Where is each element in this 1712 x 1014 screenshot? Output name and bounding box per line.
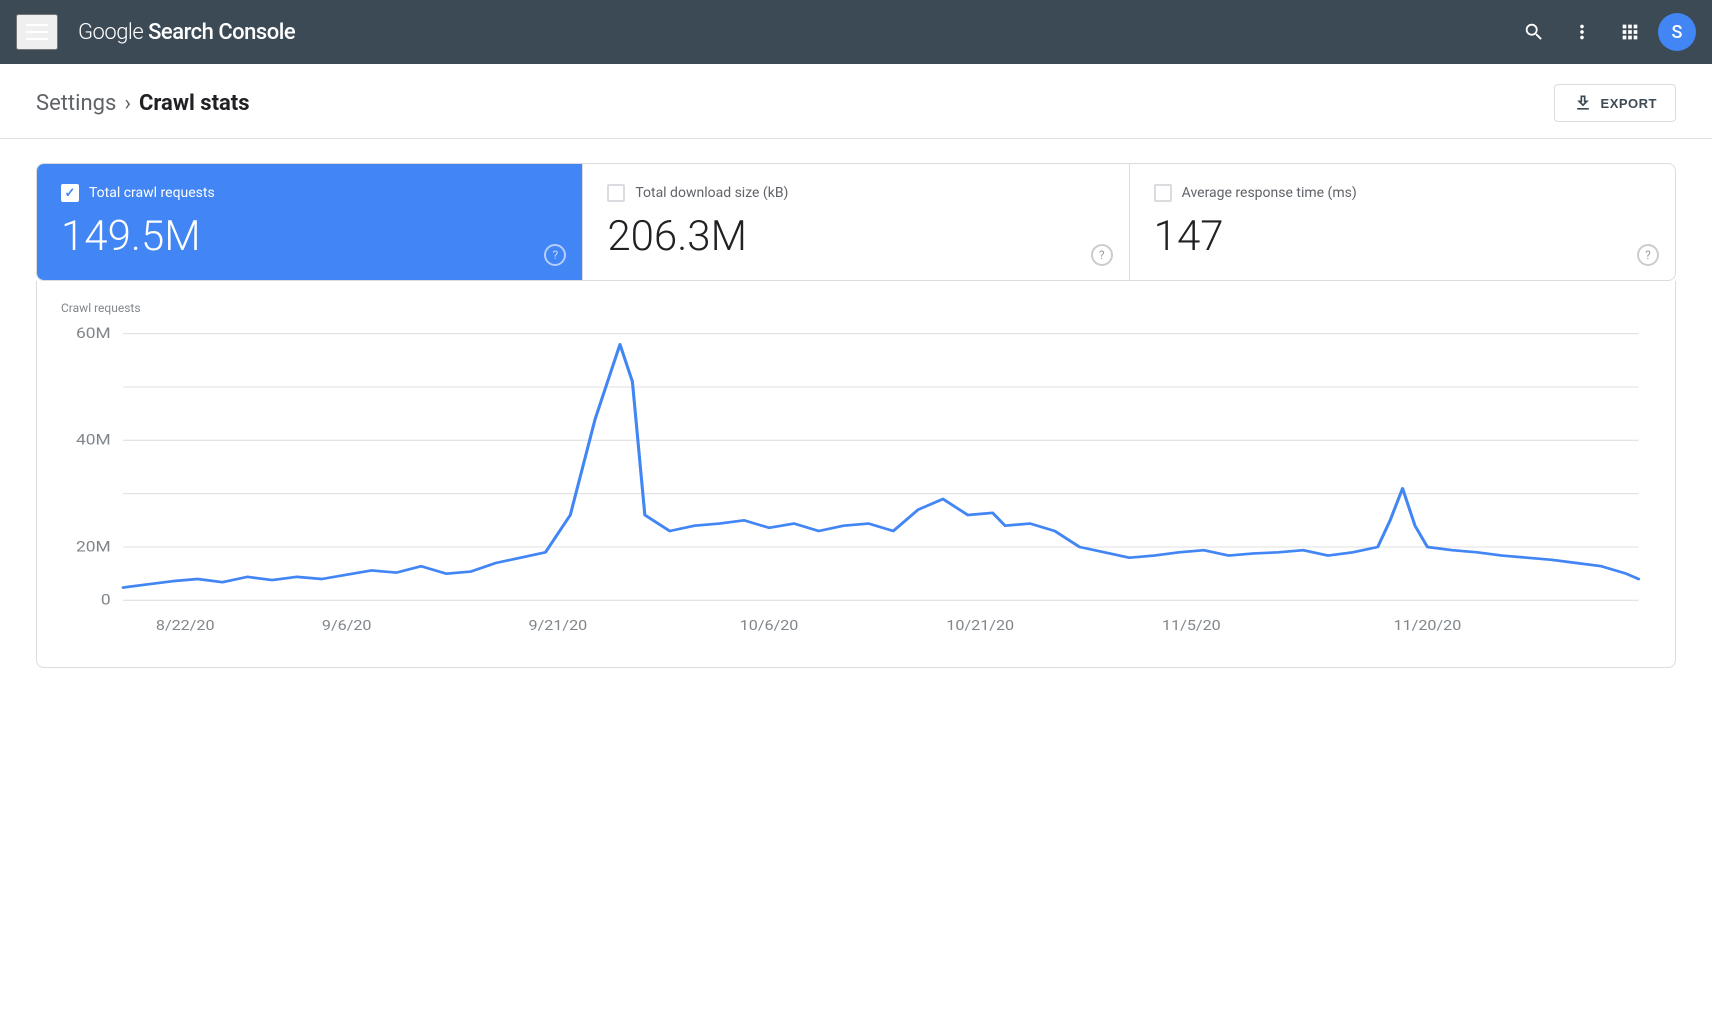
svg-text:40M: 40M	[76, 431, 111, 449]
breadcrumb-settings[interactable]: Settings	[36, 91, 116, 116]
stat-value-response-time: 147	[1154, 214, 1651, 260]
breadcrumb-current: Crawl stats	[139, 91, 250, 116]
logo-text-bold: Search Console	[148, 20, 295, 45]
chart-svg: 60M 40M 20M 0 8/22/20 9/6/20 9/21/20 10/…	[61, 323, 1651, 643]
svg-text:10/21/20: 10/21/20	[946, 617, 1014, 634]
checkbox-download-size[interactable]	[607, 184, 625, 202]
stat-label-download-size: Total download size (kB)	[635, 185, 788, 201]
main-content: ✓ Total crawl requests 149.5M ? Total do…	[0, 139, 1712, 692]
stat-label-crawl-requests: Total crawl requests	[89, 185, 215, 201]
apps-icon	[1619, 21, 1641, 43]
chart-title: Crawl requests	[61, 301, 1651, 315]
download-icon	[1573, 93, 1593, 113]
svg-text:8/22/20: 8/22/20	[156, 617, 215, 634]
chart-wrap: 60M 40M 20M 0 8/22/20 9/6/20 9/21/20 10/…	[61, 323, 1651, 643]
search-button[interactable]	[1514, 12, 1554, 52]
menu-button[interactable]	[16, 14, 58, 50]
chart-container: Crawl requests 60M 40M 20M 0 8/22/20 9/6…	[36, 281, 1676, 668]
header-icons: S	[1514, 12, 1696, 52]
checkmark-icon: ✓	[65, 187, 76, 200]
export-label: EXPORT	[1601, 96, 1657, 111]
logo-text-normal: Google	[78, 20, 148, 45]
svg-text:11/5/20: 11/5/20	[1162, 617, 1221, 634]
more-options-button[interactable]	[1562, 12, 1602, 52]
search-icon	[1523, 21, 1545, 43]
export-button[interactable]: EXPORT	[1554, 84, 1676, 122]
stat-value-download-size: 206.3M	[607, 214, 1104, 260]
svg-text:9/21/20: 9/21/20	[529, 617, 588, 634]
stat-label-response-time: Average response time (ms)	[1182, 185, 1357, 201]
checkbox-crawl-requests[interactable]: ✓	[61, 184, 79, 202]
apps-button[interactable]	[1610, 12, 1650, 52]
stat-cards: ✓ Total crawl requests 149.5M ? Total do…	[36, 163, 1676, 281]
svg-text:11/20/20: 11/20/20	[1394, 617, 1462, 634]
svg-text:10/6/20: 10/6/20	[740, 617, 799, 634]
avatar[interactable]: S	[1658, 13, 1696, 51]
checkbox-response-time[interactable]	[1154, 184, 1172, 202]
help-icon-response-time[interactable]: ?	[1637, 244, 1659, 266]
more-vert-icon	[1571, 21, 1593, 43]
breadcrumb: Settings › Crawl stats EXPORT	[0, 64, 1712, 139]
stat-card-crawl-requests[interactable]: ✓ Total crawl requests 149.5M ?	[37, 164, 583, 280]
svg-text:20M: 20M	[76, 538, 111, 556]
app-header: Google Search Console S	[0, 0, 1712, 64]
help-icon-crawl-requests[interactable]: ?	[544, 244, 566, 266]
breadcrumb-chevron: ›	[124, 91, 131, 116]
app-logo: Google Search Console	[78, 20, 295, 45]
stat-value-crawl-requests: 149.5M	[61, 214, 558, 260]
svg-text:9/6/20: 9/6/20	[322, 617, 372, 634]
stat-card-response-time[interactable]: Average response time (ms) 147 ?	[1130, 164, 1675, 280]
svg-text:60M: 60M	[76, 324, 111, 342]
help-icon-download-size[interactable]: ?	[1091, 244, 1113, 266]
svg-text:0: 0	[101, 591, 111, 609]
stat-card-download-size[interactable]: Total download size (kB) 206.3M ?	[583, 164, 1129, 280]
